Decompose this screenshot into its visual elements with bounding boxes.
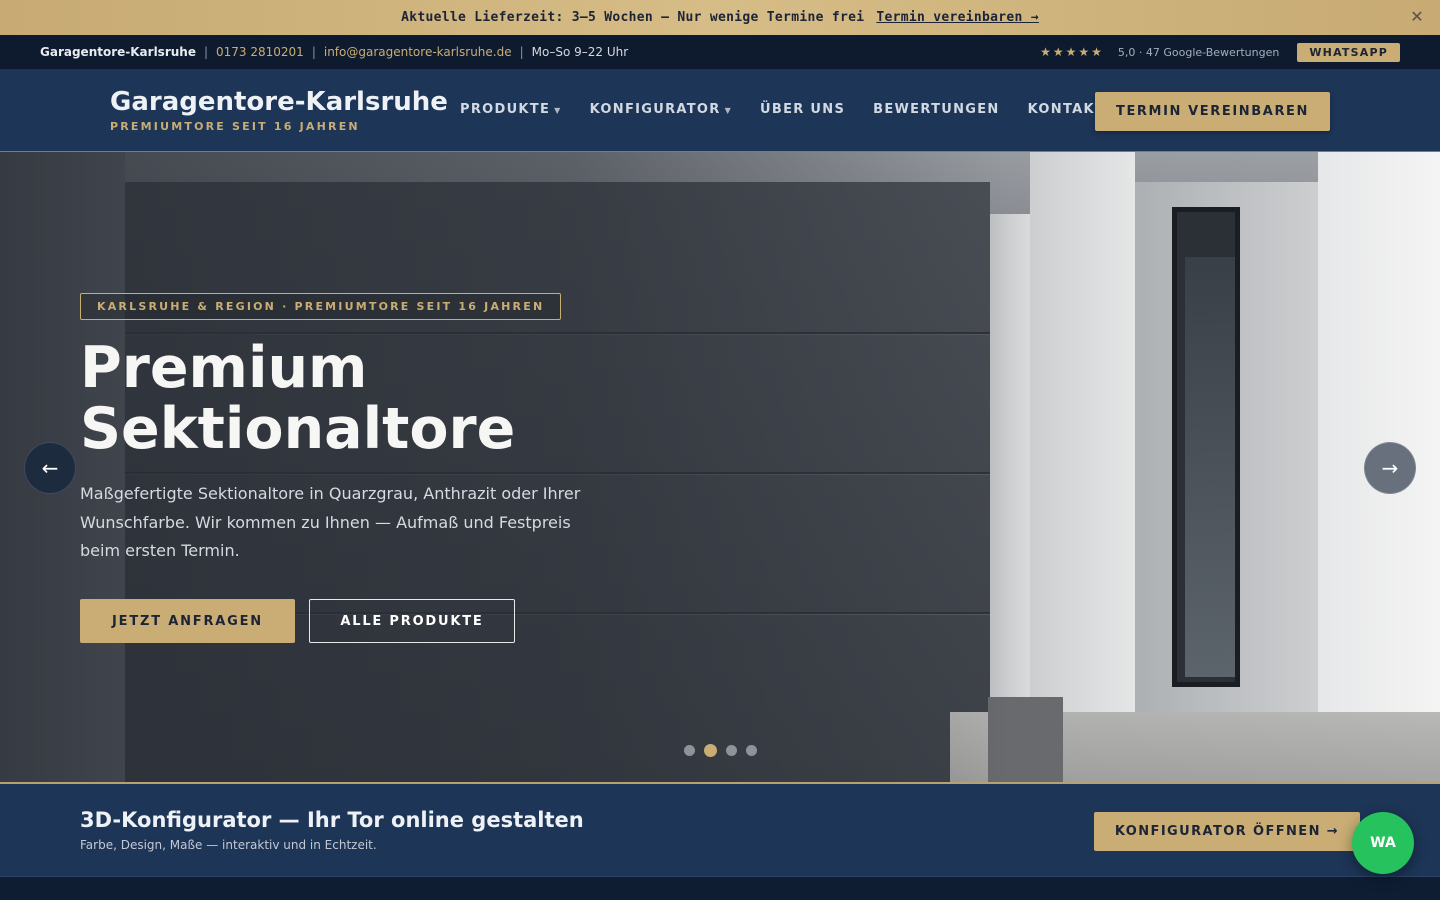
hero-badge: KARLSRUHE & REGION · PREMIUMTORE SEIT 16… xyxy=(80,293,562,320)
rating-text: 5,0 · 47 Google-Bewertungen xyxy=(1117,45,1280,59)
hero-title-line: Sektionaltore xyxy=(80,396,516,462)
separator: | xyxy=(519,45,524,59)
contact-brand: Garagentore-Karlsruhe xyxy=(40,45,196,59)
jetzt-anfragen-button[interactable]: JETZT ANFRAGEN xyxy=(80,599,295,643)
configurator-banner: 3D-Konfigurator — Ihr Tor online gestalt… xyxy=(0,784,1440,877)
slider-dots xyxy=(684,744,757,757)
hero-slider: KARLSRUHE & REGION · PREMIUMTORE SEIT 16… xyxy=(0,152,1440,784)
opening-hours: Mo–So 9–22 Uhr xyxy=(531,45,629,59)
announcement-bar: Aktuelle Lieferzeit: 3–5 Wochen — Nur we… xyxy=(0,0,1440,35)
slider-dot[interactable] xyxy=(746,745,757,756)
logo-subtitle: PREMIUMTORE SEIT 16 JAHREN xyxy=(110,120,360,133)
contact-bar: Garagentore-Karlsruhe | 0173 2810201 | i… xyxy=(0,35,1440,70)
nav-item-bewertungen[interactable]: BEWERTUNGEN xyxy=(873,102,999,117)
separator: | xyxy=(311,45,316,59)
hero-title: Premium Sektionaltore xyxy=(80,338,640,460)
slider-dot[interactable] xyxy=(726,745,737,756)
nav-menu: PRODUKTE ▼ KONFIGURATOR ▼ ÜBER UNS BEWERTU… xyxy=(460,102,1105,117)
arrow-left-icon[interactable]: ← xyxy=(24,442,76,494)
email-link[interactable]: info@garagentore-karlsruhe.de xyxy=(324,45,512,59)
hero-description: Maßgefertigte Sektionaltore in Quarzgrau… xyxy=(80,484,581,560)
slider-dot[interactable] xyxy=(704,744,717,757)
slider-dot[interactable] xyxy=(684,745,695,756)
nav-item-kontakt[interactable]: KONTAKT xyxy=(1028,102,1105,117)
whatsapp-button[interactable]: WHATSAPP xyxy=(1297,42,1400,62)
footer-strip xyxy=(0,878,1440,900)
arrow-right-icon[interactable]: → xyxy=(1364,442,1416,494)
termin-vereinbaren-button[interactable]: TERMIN VEREINBAREN xyxy=(1095,92,1330,131)
whatsapp-float-button[interactable]: WA xyxy=(1352,812,1414,874)
nav-item-label: PRODUKTE xyxy=(460,102,551,117)
logo-title[interactable]: Garagentore-Karlsruhe xyxy=(110,87,448,117)
nav-item-ueber-uns[interactable]: ÜBER UNS xyxy=(760,102,845,117)
contact-right: ★★★★★ 5,0 · 47 Google-Bewertungen WHATSA… xyxy=(1040,42,1400,62)
nav-item-konfigurator[interactable]: KONFIGURATOR ▼ xyxy=(590,102,732,117)
announcement-text: Aktuelle Lieferzeit: 3–5 Wochen — Nur we… xyxy=(401,10,865,25)
phone-link[interactable]: 0173 2810201 xyxy=(216,45,304,59)
chevron-down-icon: ▼ xyxy=(554,106,562,115)
nav-item-produkte[interactable]: PRODUKTE ▼ xyxy=(460,102,562,117)
chevron-down-icon: ▼ xyxy=(724,106,733,115)
configurator-title: 3D-Konfigurator — Ihr Tor online gestalt… xyxy=(80,808,584,832)
hero-title-line: Premium xyxy=(80,335,368,401)
configurator-subtitle: Farbe, Design, Maße — interaktiv und in … xyxy=(80,838,377,852)
konfigurator-oeffnen-button[interactable]: KONFIGURATOR ÖFFNEN → xyxy=(1094,812,1360,851)
hero-overlay xyxy=(0,152,1440,784)
rating-stars-icon: ★★★★★ xyxy=(1040,45,1104,59)
separator: | xyxy=(203,45,209,59)
alle-produkte-button[interactable]: ALLE PRODUKTE xyxy=(309,599,515,643)
main-nav: Garagentore-Karlsruhe PREMIUMTORE SEIT 1… xyxy=(0,70,1440,152)
nav-item-label: KONFIGURATOR xyxy=(589,102,721,117)
announcement-link[interactable]: Termin vereinbaren → xyxy=(876,10,1039,25)
close-icon[interactable]: ✕ xyxy=(1410,7,1424,26)
